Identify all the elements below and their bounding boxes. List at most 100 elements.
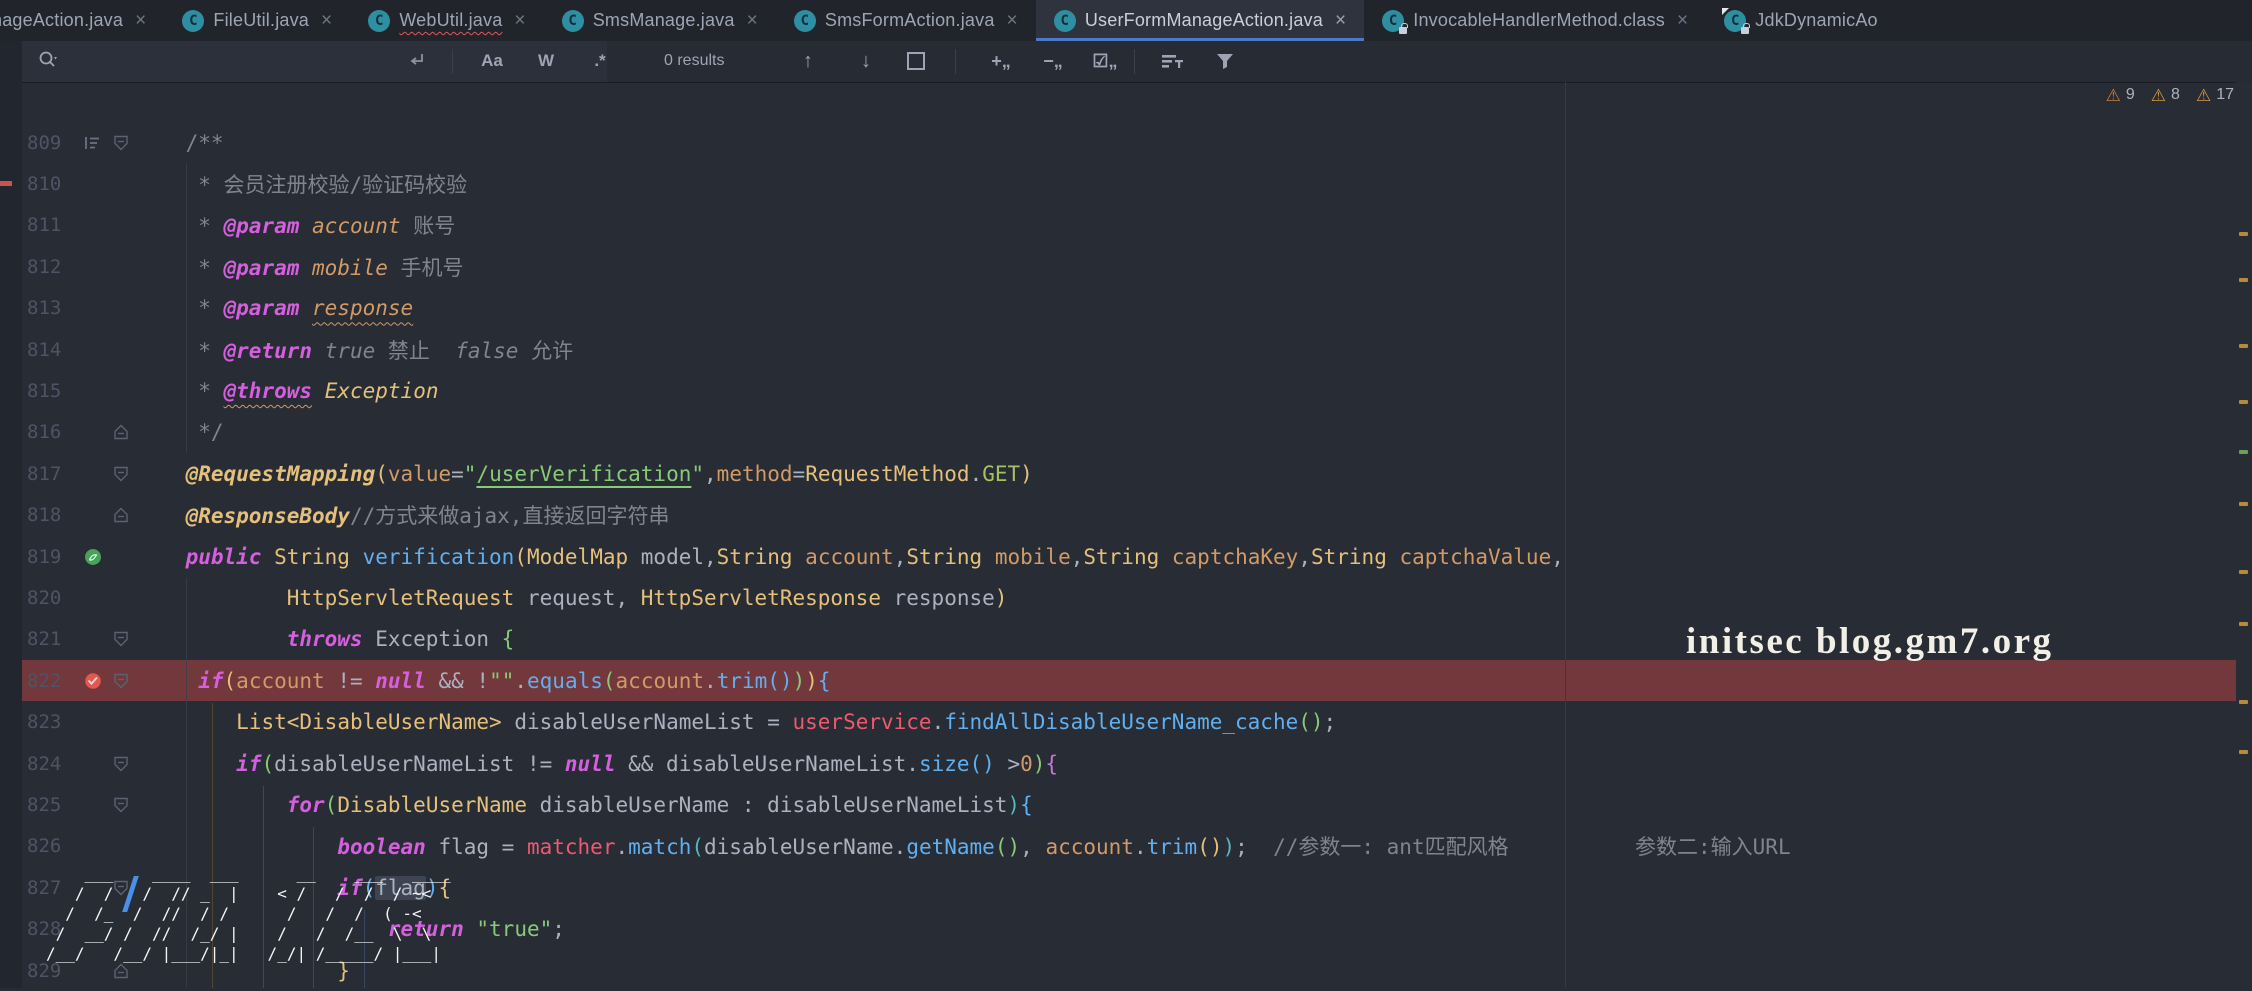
regex-toggle[interactable]: .* (578, 41, 622, 81)
line-number[interactable]: 827 (22, 877, 79, 899)
line-number[interactable]: 825 (22, 794, 79, 816)
warning-count[interactable]: ⚠8 (2151, 86, 2180, 104)
tab-close-icon[interactable]: × (1335, 11, 1346, 30)
line-number[interactable]: 828 (22, 918, 79, 940)
code-token: , (615, 586, 640, 610)
previous-occurrence-button[interactable]: ↑ (790, 41, 826, 81)
line-number[interactable]: 817 (22, 463, 79, 485)
fold-up-icon[interactable] (111, 961, 131, 981)
tab-close-icon[interactable]: × (747, 11, 758, 30)
line-number[interactable]: 812 (22, 256, 79, 278)
lock-badge-icon (1399, 27, 1407, 34)
tab-close-icon[interactable]: × (321, 11, 332, 30)
error-stripe[interactable] (2236, 82, 2252, 988)
code-token: { (438, 876, 451, 900)
fold-down-icon[interactable] (111, 795, 131, 815)
code-token: . (932, 710, 945, 734)
code-token: { (502, 627, 515, 651)
code-token: captchaValue (1400, 545, 1552, 569)
code-lines: 809 /**810 * 会员注册校验/验证码校验811 * @param ac… (22, 122, 2252, 991)
line-number[interactable]: 822 (22, 670, 79, 692)
code-token: HttpServletRequest (287, 586, 527, 610)
line-number[interactable]: 819 (22, 546, 79, 568)
code-token: captchaKey (1172, 545, 1298, 569)
fold-down-icon[interactable] (111, 671, 131, 691)
fold-up-icon[interactable] (111, 505, 131, 525)
newline-icon[interactable] (406, 41, 428, 81)
warning-count[interactable]: ⚠17 (2196, 86, 2234, 104)
tab-close-icon[interactable]: × (514, 11, 525, 30)
tab-jdkdynamicao[interactable]: CJdkDynamicAo (1706, 0, 2252, 41)
breakpoint-verified-icon[interactable] (83, 671, 103, 691)
fold-down-icon[interactable] (111, 629, 131, 649)
select-all-square-icon[interactable] (907, 41, 925, 81)
tab-userformmanageaction-java[interactable]: CUserFormManageAction.java× (1036, 0, 1364, 41)
code-token: String (906, 545, 995, 569)
line-number[interactable]: 821 (22, 628, 79, 650)
code-token: "true" (476, 917, 552, 941)
select-all-occurrences-button[interactable]: ☑„ (1084, 41, 1126, 81)
match-case-toggle[interactable]: Aa (470, 41, 514, 81)
code-editor[interactable]: 809 /**810 * 会员注册校验/验证码校验811 * @param ac… (22, 82, 2252, 988)
code-token: { (1020, 793, 1033, 817)
warning-count[interactable]: ⚠9 (2106, 86, 2135, 104)
words-toggle[interactable]: W (524, 41, 568, 81)
line-number[interactable]: 815 (22, 380, 79, 402)
line-number[interactable]: 829 (22, 960, 79, 982)
tab-nageaction-java[interactable]: nageAction.java × (0, 0, 164, 41)
line-number[interactable]: 809 (22, 132, 79, 154)
line-number[interactable]: 810 (22, 173, 79, 195)
fold-up-icon[interactable] (111, 422, 131, 442)
tab-close-icon[interactable]: × (1677, 11, 1688, 30)
tab-label: WebUtil.java (399, 10, 502, 31)
code-line: 820 HttpServletRequest request, HttpServ… (22, 577, 2252, 618)
code-token: 0 (1020, 752, 1033, 776)
line-number[interactable]: 811 (22, 214, 79, 236)
code-text: */ (135, 420, 224, 444)
tab-invocablehandlermethod-class[interactable]: CInvocableHandlerMethod.class× (1364, 0, 1706, 41)
code-line: 812 * @param mobile 手机号 (22, 246, 2252, 287)
tab-label: nageAction.java (0, 10, 123, 31)
tab-close-icon[interactable]: × (135, 11, 146, 30)
line-number[interactable]: 824 (22, 753, 79, 775)
code-token: > (489, 710, 502, 734)
tab-fileutil-java[interactable]: CFileUtil.java× (164, 0, 350, 41)
code-token: ( (514, 545, 527, 569)
line-number[interactable]: 818 (22, 504, 79, 526)
fold-down-icon[interactable] (111, 464, 131, 484)
line-number[interactable]: 820 (22, 587, 79, 609)
add-occurrence-button[interactable]: +„ (980, 41, 1022, 81)
tab-close-icon[interactable]: × (1007, 11, 1018, 30)
error-stripe-mark (0, 181, 12, 186)
tab-smsmanage-java[interactable]: CSmsManage.java× (544, 0, 776, 41)
code-token: * (135, 296, 224, 320)
inspections-widget[interactable]: ⚠9 ⚠8 ⚠17 (2106, 86, 2234, 104)
gutter-list-icon[interactable] (83, 133, 103, 153)
search-input[interactable] (70, 50, 394, 72)
spring-mapping-icon[interactable] (83, 547, 103, 567)
line-number[interactable]: 826 (22, 835, 79, 857)
line-number[interactable]: 816 (22, 421, 79, 443)
search-icon[interactable] (36, 41, 60, 81)
code-token: String (717, 545, 806, 569)
code-token: ( (363, 876, 376, 900)
code-token: @return (224, 339, 313, 363)
gutter-slot (79, 547, 107, 567)
next-occurrence-button[interactable]: ↓ (848, 41, 884, 81)
tab-webutil-java[interactable]: CWebUtil.java× (350, 0, 543, 41)
fold-down-icon[interactable] (111, 878, 131, 898)
code-token: response (894, 586, 995, 610)
code-token: ( (261, 752, 274, 776)
fold-down-icon[interactable] (111, 754, 131, 774)
line-number[interactable]: 814 (22, 339, 79, 361)
filter-lines-icon[interactable] (1160, 41, 1186, 81)
fold-down-icon[interactable] (111, 133, 131, 153)
code-token: ( (224, 669, 237, 693)
line-number[interactable]: 823 (22, 711, 79, 733)
code-token (135, 959, 337, 983)
remove-occurrence-button[interactable]: −„ (1032, 41, 1074, 81)
filter-funnel-icon[interactable] (1214, 41, 1236, 81)
line-number[interactable]: 813 (22, 297, 79, 319)
tab-smsformaction-java[interactable]: CSmsFormAction.java× (776, 0, 1036, 41)
code-token: account (236, 669, 337, 693)
